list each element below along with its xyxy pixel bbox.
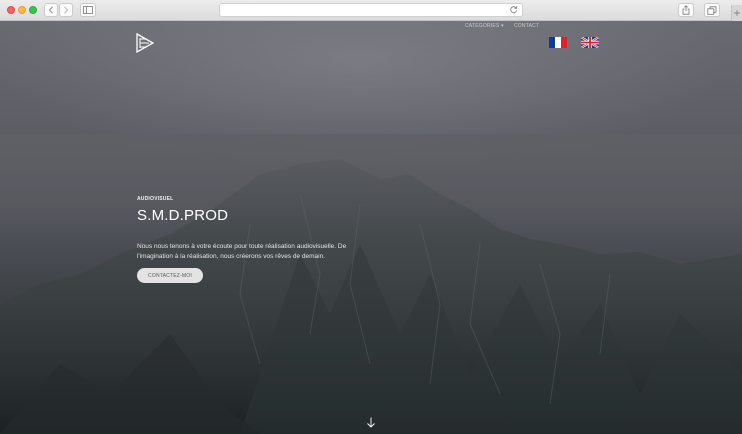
- reload-icon[interactable]: [510, 5, 518, 14]
- contact-me-button[interactable]: CONTACTEZ-MOI: [137, 268, 203, 283]
- plus-icon: [734, 10, 740, 16]
- window-close-button[interactable]: [7, 6, 15, 14]
- flag-fr-icon[interactable]: [549, 37, 567, 48]
- share-button[interactable]: [678, 3, 694, 17]
- show-tabs-button[interactable]: [704, 3, 720, 17]
- back-button[interactable]: [44, 3, 58, 17]
- sidebar-icon: [83, 6, 93, 14]
- hero-section: CATEGORIES ▾ CONTACT AUDIOVISUEL S.M.D.P…: [0, 21, 742, 434]
- arrow-down-icon[interactable]: [366, 417, 376, 428]
- nav-contact-link[interactable]: CONTACT: [514, 23, 539, 29]
- mountain-background: [0, 134, 742, 434]
- share-icon: [682, 5, 690, 15]
- nav-categories-link[interactable]: CATEGORIES ▾: [465, 23, 504, 29]
- chevron-left-icon: [48, 6, 53, 14]
- tabs-icon: [707, 5, 717, 15]
- play-triangle-logo-icon[interactable]: [136, 33, 154, 53]
- page-title: S.M.D.PROD: [137, 207, 229, 224]
- forward-button[interactable]: [59, 3, 73, 17]
- flag-uk-icon[interactable]: [581, 37, 599, 48]
- hero-description: Nous nous tenons à votre écoute pour tou…: [137, 243, 347, 260]
- new-tab-button[interactable]: [731, 5, 742, 21]
- address-bar[interactable]: [219, 3, 523, 17]
- window-minimize-button[interactable]: [18, 6, 26, 14]
- hero-kicker: AUDIOVISUEL: [137, 196, 174, 202]
- sidebar-toggle-button[interactable]: [80, 3, 96, 17]
- browser-toolbar: [0, 0, 742, 21]
- window-maximize-button[interactable]: [29, 6, 37, 14]
- chevron-right-icon: [64, 6, 69, 14]
